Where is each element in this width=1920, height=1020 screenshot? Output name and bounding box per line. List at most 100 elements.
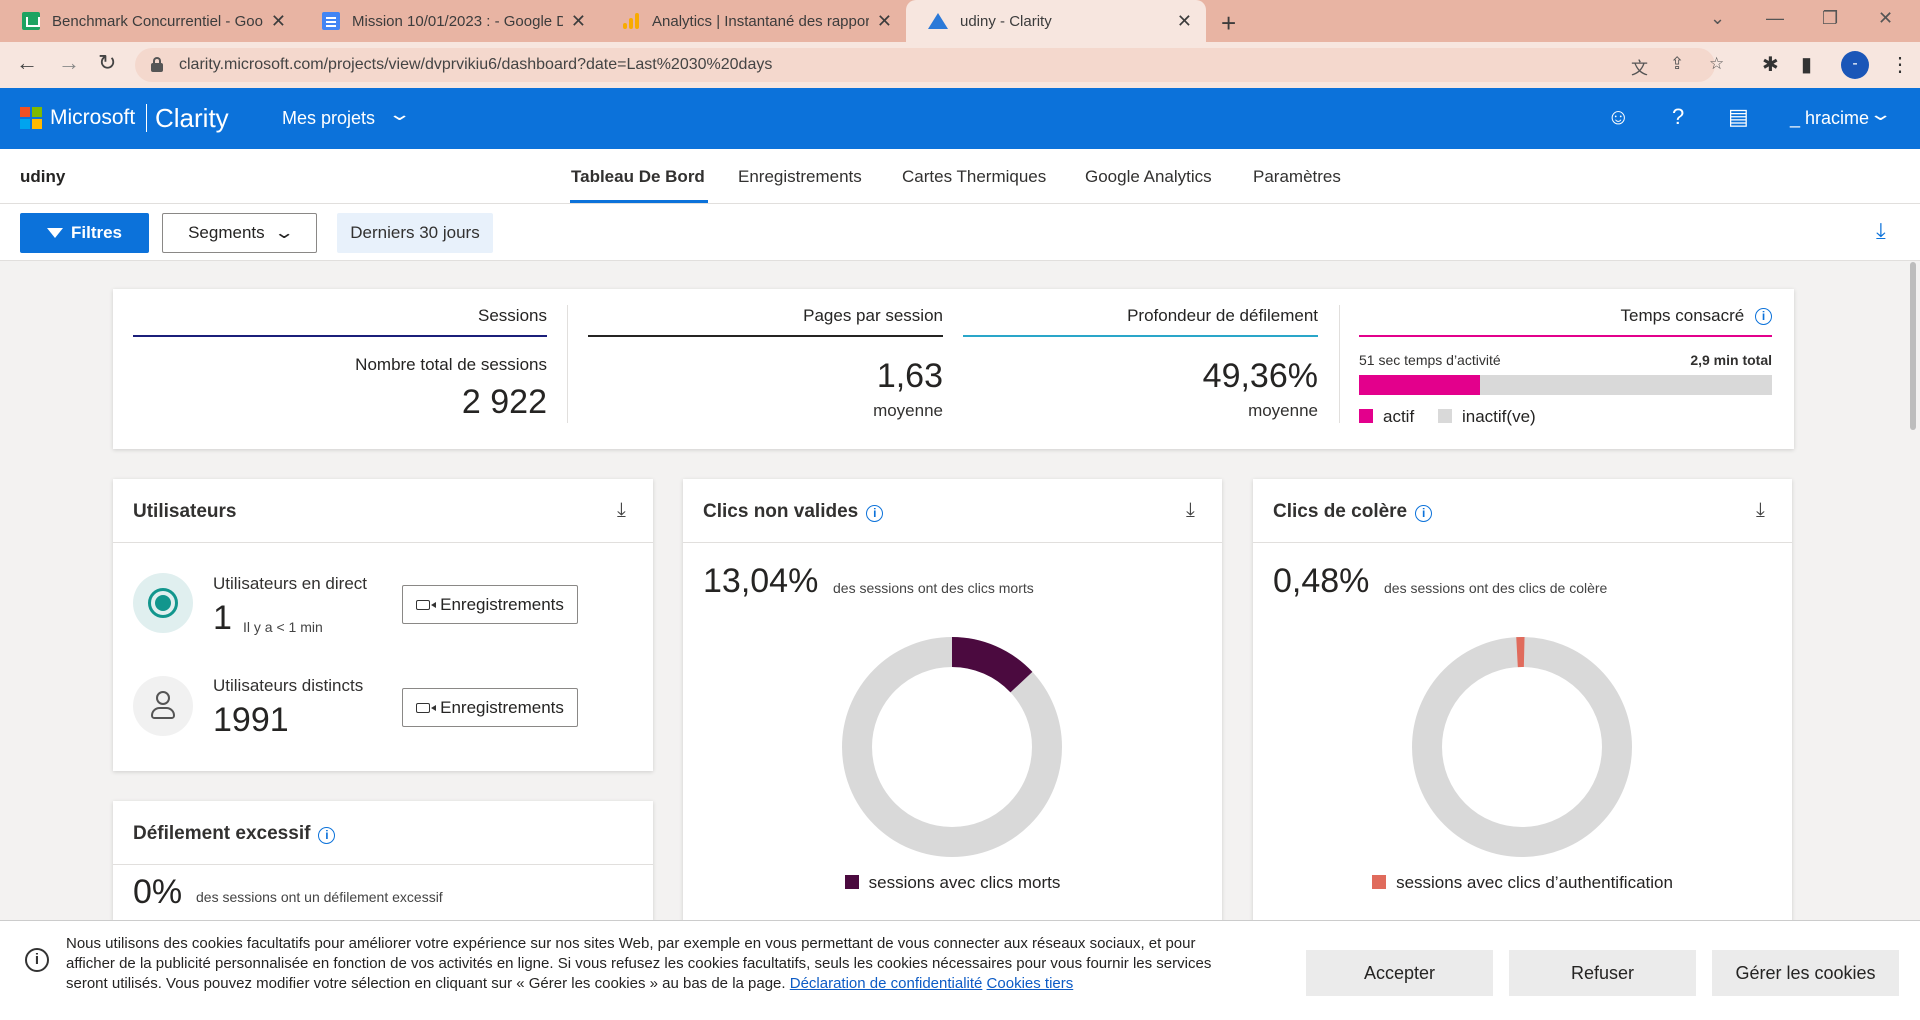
lock-icon [151,57,163,72]
user-menu[interactable]: _ hracime [1790,108,1869,129]
help-icon[interactable]: ? [1672,104,1684,130]
dead-clicks-donut-slice [951,637,1033,693]
sessions-underline [133,335,547,337]
restore-button[interactable]: ❐ [1822,8,1838,29]
close-tab-icon[interactable]: ✕ [571,11,586,32]
filters-button[interactable]: Filtres [20,213,149,253]
distinct-recordings-button[interactable]: Enregistrements [402,688,578,727]
download-icon[interactable]: ⤓ [617,499,626,522]
live-recordings-button[interactable]: Enregistrements [402,585,578,624]
dead-clicks-legend-label: sessions avec clics morts [868,873,1061,892]
active-time-bar [1359,375,1772,395]
projects-menu[interactable]: Mes projets [282,108,375,129]
rage-clicks-legend-label: sessions avec clics d’authentification [1396,873,1673,892]
info-icon[interactable]: i [318,827,336,844]
clarity-header: Microsoft Clarity Mes projets ⌄ ☺ ? ▤ _ … [0,88,1920,149]
manage-cookies-button[interactable]: Gérer les cookies [1712,950,1899,996]
download-icon[interactable]: ⤓ [1186,499,1195,522]
browser-toolbar: ← → ↻ clarity.microsoft.com/projects/vie… [0,42,1920,88]
cookie-text: Nous utilisons des cookies facultatifs p… [66,934,1216,994]
microsoft-logo-icon [20,107,42,129]
close-tab-icon[interactable]: ✕ [271,11,286,32]
side-panel-icon[interactable]: ▮ [1801,52,1812,77]
live-users-icon [133,573,193,633]
info-icon[interactable]: i [1755,308,1772,326]
tab-search-icon[interactable]: ⌄ [1710,8,1725,29]
legend-swatch [1359,409,1373,423]
browser-tab-analytics[interactable]: Analytics | Instantané des rappor ✕ [600,0,906,42]
brand-clarity[interactable]: Clarity [155,103,229,134]
address-bar[interactable]: clarity.microsoft.com/projects/view/dvpr… [135,48,1724,82]
recordings-label: Enregistrements [440,594,564,614]
divider [113,864,653,865]
divider [113,542,653,543]
tab-dashboard[interactable]: Tableau De Bord [570,167,708,203]
bookmark-star-icon[interactable]: ☆ [1709,54,1724,74]
chevron-down-icon: ⌄ [273,223,295,242]
close-tab-icon[interactable]: ✕ [1177,11,1192,32]
legend-inactive: inactif(ve) [1438,407,1536,427]
new-tab-button[interactable]: + [1221,8,1236,39]
legend-swatch [844,875,859,889]
tab-settings[interactable]: Paramètres [1253,167,1341,187]
rage-clicks-donut-chart [1412,637,1632,857]
reload-icon[interactable]: ↻ [98,50,116,76]
scroll-depth-value: 49,36% [1202,357,1318,395]
extensions-icon[interactable]: ✱ [1762,52,1779,77]
excessive-scroll-desc: des sessions ont un défilement excessif [196,889,443,905]
feedback-smiley-icon[interactable]: ☺ [1607,104,1629,130]
document-icon[interactable]: ▤ [1728,104,1749,130]
sessions-metric: Sessions Nombre total de sessions 2 922 [133,289,547,449]
scroll-underline [963,335,1318,337]
tab-google-analytics[interactable]: Google Analytics [1085,167,1212,187]
close-tab-icon[interactable]: ✕ [877,11,892,32]
close-window-button[interactable]: ✕ [1878,8,1893,29]
distinct-users-label: Utilisateurs distincts [213,676,364,695]
tab-title: udiny - Clarity [960,12,1052,30]
forward-icon[interactable]: → [58,50,80,76]
time-spent-header: Temps consacré i [1620,306,1772,326]
cookie-banner: i Nous utilisons des cookies facultatifs… [0,920,1920,1020]
accept-cookies-button[interactable]: Accepter [1306,950,1493,996]
browser-tab-mission[interactable]: Mission 10/01/2023 : - Google D ✕ [300,0,600,42]
chevron-down-icon[interactable]: ⌄ [387,104,411,125]
docs-icon [322,12,340,30]
minimize-button[interactable]: — [1766,8,1784,29]
profile-avatar[interactable]: - [1841,51,1869,79]
third-party-cookies-link[interactable]: Cookies tiers [987,975,1074,992]
privacy-statement-link[interactable]: Déclaration de confidentialité [790,975,983,992]
tab-recordings[interactable]: Enregistrements [738,167,862,187]
browser-tab-clarity[interactable]: udiny - Clarity ✕ [906,0,1206,42]
chevron-down-icon[interactable]: ⌄ [1868,104,1892,125]
browser-tab-strip: Benchmark Concurrentiel - Goog ✕ Mission… [0,0,1920,42]
translate-icon[interactable]: 文 [1631,54,1648,79]
download-icon[interactable]: ⤓ [1756,499,1765,522]
browser-menu-icon[interactable]: ⋮ [1890,52,1910,77]
rage-clicks-card: Clics de colère i ⤓ 0,48% des sessions on… [1253,479,1792,939]
rage-clicks-title-text: Clics de colère [1273,501,1408,522]
person-icon [133,676,193,736]
scroll-depth-caption: moyenne [1248,401,1318,420]
date-range-chip[interactable]: Derniers 30 jours [337,213,493,253]
tab-heatmaps[interactable]: Cartes Thermiques [902,167,1046,187]
rage-clicks-legend: sessions avec clics d’authentification [1253,873,1792,893]
segments-button[interactable]: Segments ⌄ [162,213,317,253]
pages-per-session-metric: Pages par session 1,63 moyenne [588,289,943,449]
excessive-scroll-title-text: Défilement excessif [133,823,311,844]
share-icon[interactable]: ⇪ [1670,54,1684,74]
back-icon[interactable]: ← [16,50,38,76]
info-icon[interactable]: i [866,505,884,522]
excessive-scroll-value: 0% [133,873,183,911]
time-spent-title: Temps consacré [1620,306,1745,325]
download-icon[interactable]: ⤓ [1876,218,1886,244]
legend-inactive-label: inactif(ve) [1462,407,1536,426]
page-scrollbar[interactable] [1910,262,1916,430]
brand-microsoft[interactable]: Microsoft [50,106,135,130]
browser-tab-benchmark[interactable]: Benchmark Concurrentiel - Goog ✕ [0,0,300,42]
refuse-cookies-button[interactable]: Refuser [1509,950,1696,996]
pages-underline [588,335,943,337]
tab-title: Mission 10/01/2023 : - Google D [352,12,563,30]
info-icon[interactable]: i [1415,505,1433,522]
users-title: Utilisateurs [133,501,237,522]
pages-per-session-value: 1,63 [876,357,943,395]
